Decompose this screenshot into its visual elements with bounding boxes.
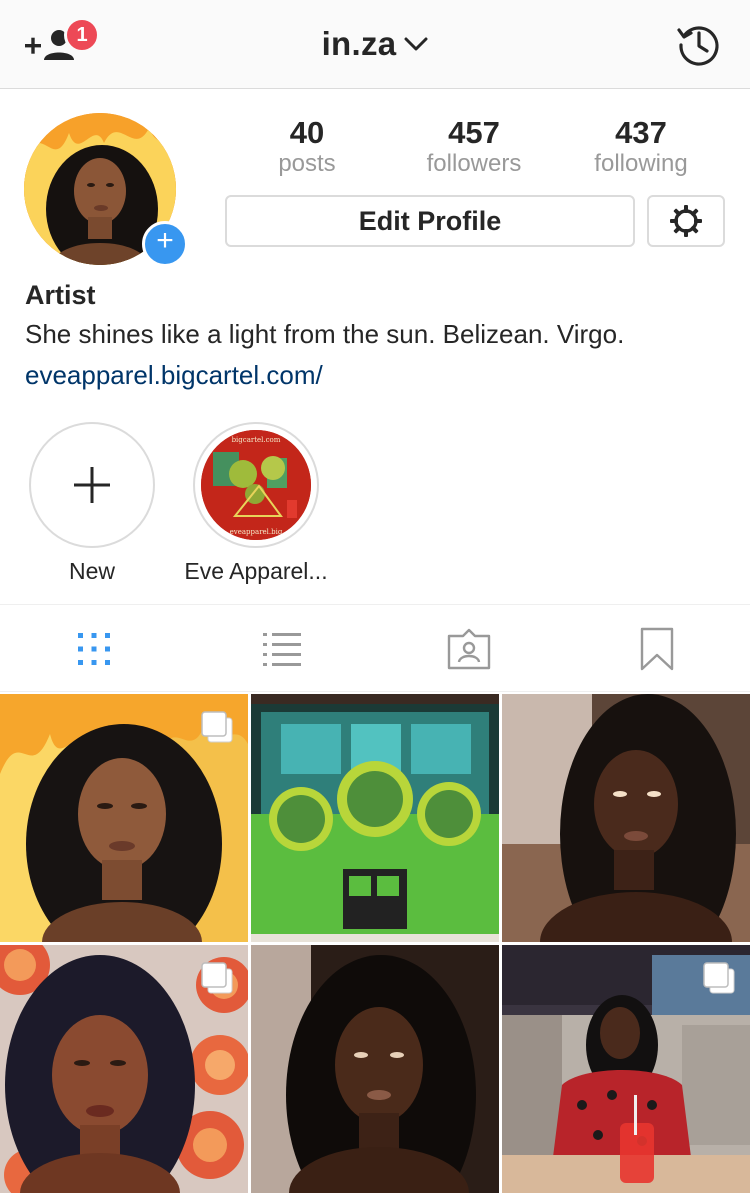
- highlight-new[interactable]: New: [0, 422, 187, 585]
- post-image-portrait-dark: [251, 945, 499, 1193]
- gear-icon: [670, 205, 702, 237]
- highlight-new-circle: [29, 422, 155, 548]
- top-navigation-bar: 1 in.za: [0, 0, 750, 89]
- post-thumbnail[interactable]: [0, 945, 248, 1193]
- highlight-cover-image: bigcartel.com eveapparel.big: [201, 430, 311, 540]
- profile-name: Artist: [25, 280, 96, 310]
- post-image-portrait-dim: [502, 694, 750, 942]
- following-count[interactable]: 437 following: [556, 116, 726, 178]
- plus-icon: +: [156, 224, 174, 257]
- followers-count[interactable]: 457 followers: [389, 116, 559, 178]
- post-thumbnail[interactable]: [251, 945, 499, 1193]
- profile-website-link[interactable]: eveapparel.bigcartel.com/: [25, 360, 323, 391]
- highlight-cover-art: bigcartel.com eveapparel.big: [201, 430, 311, 540]
- highlight-cover-text-top: bigcartel.com: [232, 436, 281, 444]
- add-story-button[interactable]: +: [142, 221, 188, 267]
- history-icon: [677, 26, 719, 66]
- multiple-photos-icon: [201, 711, 233, 743]
- profile-avatar-container[interactable]: +: [24, 113, 188, 267]
- stat-value: 40: [289, 115, 325, 150]
- list-icon: [263, 633, 301, 666]
- settings-button[interactable]: [647, 195, 725, 247]
- post-image-painting-green-figures: [251, 694, 499, 942]
- post-thumbnail[interactable]: [251, 694, 499, 942]
- post-thumbnail[interactable]: [502, 945, 750, 1193]
- chevron-down-icon: [404, 37, 428, 51]
- post-thumbnail[interactable]: [502, 694, 750, 942]
- edit-profile-button[interactable]: Edit Profile: [225, 195, 635, 247]
- tab-list[interactable]: [188, 605, 376, 693]
- multiple-photos-icon: [201, 962, 233, 994]
- stat-label: posts: [278, 150, 336, 177]
- highlight-cover-ring: bigcartel.com eveapparel.big: [193, 422, 319, 548]
- tab-grid[interactable]: [0, 605, 188, 693]
- stat-label: following: [594, 150, 688, 177]
- multiple-photos-icon: [703, 962, 735, 994]
- tagged-user-icon: [447, 628, 491, 670]
- stat-value: 457: [448, 115, 500, 150]
- stat-value: 437: [615, 115, 667, 150]
- plus-icon: [74, 467, 110, 503]
- highlight-cover-text-bottom: eveapparel.big: [230, 528, 283, 536]
- tab-saved[interactable]: [563, 605, 750, 693]
- profile-bio: She shines like a light from the sun. Be…: [25, 319, 625, 349]
- posts-count: 40 posts: [222, 116, 392, 178]
- bookmark-icon: [640, 627, 674, 671]
- stat-label: followers: [426, 150, 522, 177]
- username-title: in.za: [321, 25, 397, 62]
- highlight-label: New: [68, 558, 115, 584]
- tab-tagged[interactable]: [375, 605, 563, 693]
- profile-view-tabs: [0, 604, 750, 692]
- archive-button[interactable]: [676, 22, 722, 68]
- highlight-eve-apparel[interactable]: bigcartel.com eveapparel.big Eve Apparel…: [161, 422, 351, 585]
- account-switcher[interactable]: in.za: [0, 22, 750, 66]
- post-thumbnail[interactable]: [0, 694, 248, 942]
- grid-icon: [78, 633, 110, 665]
- highlight-label: Eve Apparel...: [184, 558, 328, 584]
